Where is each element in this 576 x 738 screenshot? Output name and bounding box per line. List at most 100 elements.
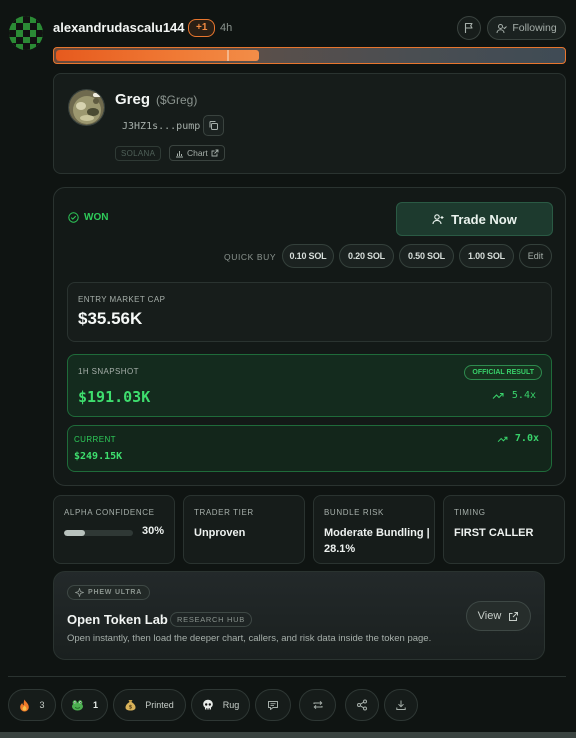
flag-icon: [464, 22, 473, 33]
token-lab-title: Open Token Lab: [67, 612, 168, 627]
bottom-strip: [0, 732, 576, 738]
current-multiple-value: 7.0x: [514, 433, 539, 444]
token-image: [68, 89, 105, 126]
bundle-risk-label: BUNDLE RISK: [324, 508, 384, 517]
svg-text:$: $: [129, 705, 133, 711]
fire-reaction-button[interactable]: 3: [8, 689, 56, 721]
snapshot-label: 1H SNAPSHOT: [78, 367, 139, 376]
snapshot-multiple-value: 5.4x: [511, 390, 536, 401]
username[interactable]: alexandrudascalu144: [53, 20, 185, 35]
printed-button[interactable]: $ Printed: [113, 689, 186, 721]
token-address: J3HZ1s...pump: [122, 121, 201, 132]
timing-label: TIMING: [454, 508, 486, 517]
chain-tag: SOLANA: [115, 146, 162, 161]
snapshot-multiple: 5.4x: [492, 390, 536, 401]
trending-up-icon: [497, 436, 508, 442]
trade-now-label: Trade Now: [451, 211, 517, 227]
frog-reaction-button[interactable]: 1: [61, 689, 108, 721]
phew-ultra-label: PHEW ULTRA: [88, 589, 143, 596]
entry-market-cap-label: ENTRY MARKET CAP: [78, 295, 166, 304]
token-logo-icon: [69, 90, 104, 125]
copy-address-button[interactable]: [203, 115, 224, 136]
timing-value: FIRST CALLER: [454, 527, 534, 539]
fire-count: 3: [39, 700, 45, 710]
current-value: $249.15K: [74, 451, 123, 462]
bundle-risk-value: Moderate Bundling | 28.1%: [324, 527, 430, 555]
external-link-icon: [509, 611, 519, 621]
snapshot-box: 1H SNAPSHOT OFFICIAL RESULT $191.03K 5.4…: [67, 354, 552, 417]
printed-label: Printed: [145, 700, 174, 710]
token-card[interactable]: Greg ($Greg) J3HZ1s...pump SOLANA Chart: [53, 73, 566, 174]
chart-label: Chart: [187, 148, 208, 158]
current-label: CURRENT: [74, 435, 116, 444]
fire-icon: [20, 699, 30, 711]
user-avatar[interactable]: [9, 16, 43, 50]
won-status: WON: [68, 212, 108, 223]
progress-marker: [227, 50, 229, 61]
check-circle-icon: [68, 212, 79, 223]
share-button[interactable]: [345, 689, 379, 721]
pixel-avatar-icon: [9, 16, 43, 50]
token-lab-card[interactable]: PHEW ULTRA Open Token Lab RESEARCH HUB O…: [53, 571, 545, 660]
result-card: WON Trade Now QUICK BUY 0.10 SOL 0.20 SO…: [53, 187, 566, 486]
timing-card: TIMING FIRST CALLER: [443, 495, 565, 564]
external-link-icon: [211, 149, 219, 157]
official-result-badge: OFFICIAL RESULT: [464, 365, 542, 380]
trader-tier-label: TRADER TIER: [194, 508, 254, 517]
chart-link[interactable]: Chart: [169, 145, 225, 161]
bar-chart-icon: [176, 150, 183, 157]
sparkle-icon: [75, 588, 84, 597]
token-ticker: ($Greg): [156, 93, 198, 107]
following-label: Following: [512, 22, 557, 34]
post-time: 4h: [220, 22, 233, 34]
user-check-icon: [496, 23, 508, 33]
alpha-confidence-label: ALPHA CONFIDENCE: [64, 508, 155, 517]
trader-tier-value: Unproven: [194, 527, 246, 539]
download-button[interactable]: [384, 689, 418, 721]
quick-buy-0-20-button[interactable]: 0.20 SOL: [339, 244, 394, 268]
won-label: WON: [84, 212, 109, 223]
edit-quick-buy-button[interactable]: Edit: [519, 244, 552, 268]
quick-buy-0-10-button[interactable]: 0.10 SOL: [282, 244, 334, 268]
view-button[interactable]: View: [466, 601, 531, 631]
view-label: View: [477, 610, 502, 622]
confidence-bar: [64, 530, 133, 536]
money-bag-icon: $: [125, 700, 136, 711]
comment-button[interactable]: [255, 689, 291, 721]
copy-icon: [209, 121, 218, 130]
current-box: CURRENT $249.15K 7.0x: [67, 425, 552, 472]
comment-icon: [268, 701, 278, 710]
trade-now-button[interactable]: Trade Now: [396, 202, 553, 236]
progress-bar: [53, 47, 566, 64]
alpha-confidence-value: 30%: [142, 525, 165, 537]
share-icon: [357, 699, 367, 711]
report-button[interactable]: [457, 16, 481, 40]
repost-button[interactable]: [299, 689, 336, 721]
quick-buy-label: QUICK BUY: [224, 252, 277, 262]
divider: [8, 676, 566, 677]
user-plus-icon: [432, 214, 444, 225]
token-lab-description: Open instantly, then load the deeper cha…: [67, 633, 432, 644]
token-name: Greg: [115, 91, 151, 108]
plus-badge: +1: [188, 19, 216, 37]
skull-icon: [202, 699, 213, 710]
quick-buy-1-00-button[interactable]: 1.00 SOL: [459, 244, 514, 268]
following-button[interactable]: Following: [487, 16, 566, 40]
entry-market-cap-box: ENTRY MARKET CAP $35.56K: [67, 282, 552, 342]
current-multiple: 7.0x: [497, 433, 539, 444]
quick-buy-0-50-button[interactable]: 0.50 SOL: [399, 244, 454, 268]
rug-button[interactable]: Rug: [191, 689, 250, 721]
repost-icon: [313, 700, 322, 710]
rug-label: Rug: [222, 700, 240, 710]
frog-count: 1: [92, 700, 98, 710]
trader-tier-card: TRADER TIER Unproven: [183, 495, 305, 564]
download-icon: [396, 700, 406, 710]
trending-up-icon: [492, 392, 504, 399]
frog-icon: [71, 700, 83, 711]
phew-ultra-badge: PHEW ULTRA: [67, 585, 151, 600]
bundle-risk-card: BUNDLE RISK Moderate Bundling | 28.1%: [313, 495, 435, 564]
confidence-bar-fill: [64, 530, 85, 536]
alpha-confidence-card: ALPHA CONFIDENCE 30%: [53, 495, 175, 564]
entry-market-cap-value: $35.56K: [78, 309, 143, 328]
snapshot-value: $191.03K: [78, 388, 151, 406]
